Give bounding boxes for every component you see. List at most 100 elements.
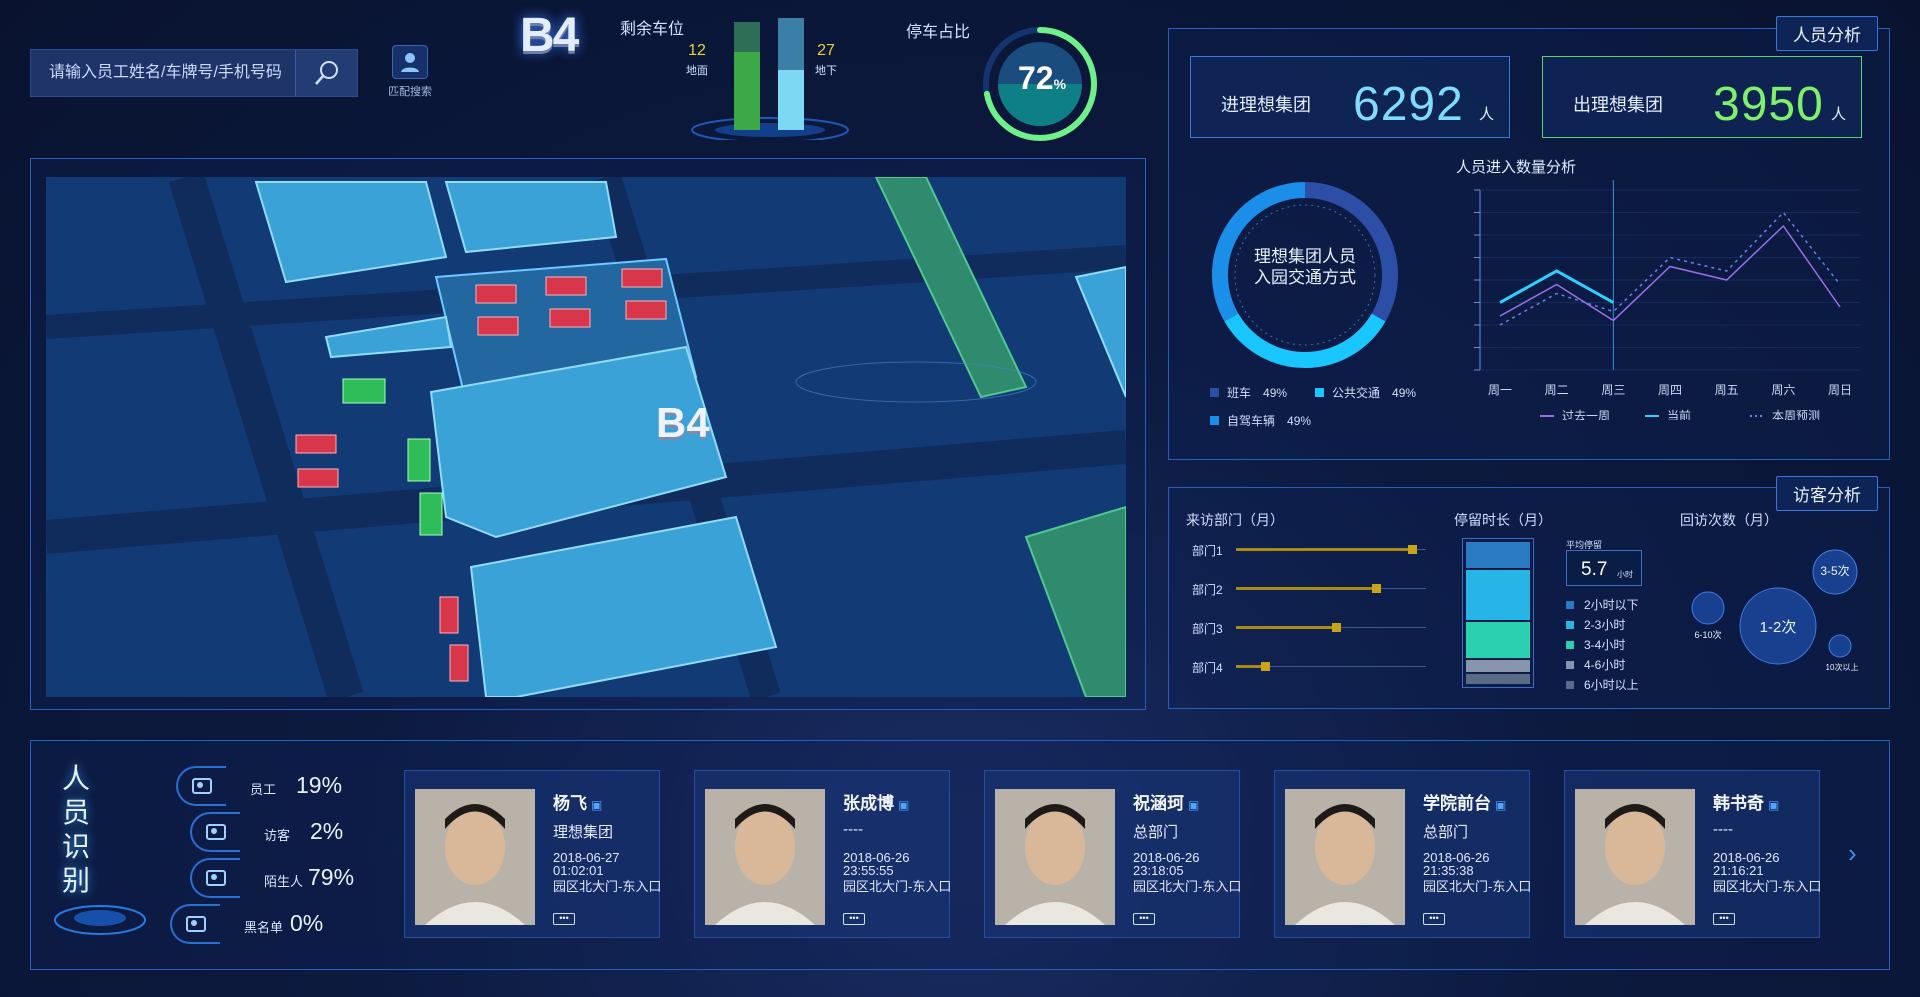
person-photo <box>995 789 1115 925</box>
stay-legend-item: 4-6小时 <box>1566 656 1639 676</box>
stay-stack-bar <box>1462 538 1534 688</box>
stay-segment <box>1466 570 1530 620</box>
map-building-label: B4 <box>656 399 710 446</box>
dept-bar-chart: 部门1 部门2 部门3 部门4 <box>1190 540 1430 700</box>
recognition-title-char: 人 <box>61 763 90 794</box>
line-legend-label: 本周预测 <box>1772 409 1820 420</box>
match-search-button[interactable]: 匹配搜索 <box>380 45 440 99</box>
person-timestamp: 2018-06-26 23:55:55 <box>843 850 910 878</box>
recognition-category-row[interactable]: 黑名单 0% <box>170 904 360 944</box>
person-name: 韩书奇 ▣ <box>1713 794 1780 813</box>
stay-segment <box>1466 622 1530 658</box>
stay-legend-item: 2小时以下 <box>1566 596 1639 616</box>
id-badge-icon: ▣ <box>1495 798 1507 812</box>
x-tick-label: 周三 <box>1601 383 1625 397</box>
dept-bar-row: 部门1 <box>1190 540 1430 560</box>
parking-map[interactable]: B4 <box>46 177 1126 697</box>
recognition-title: 人员识别 <box>56 762 96 898</box>
visitor-icon <box>190 812 240 852</box>
more-button[interactable]: ••• <box>553 913 575 925</box>
x-tick-label: 周二 <box>1545 383 1569 397</box>
person-photo <box>705 789 825 925</box>
id-badge-icon: ▣ <box>591 798 603 812</box>
recognition-title-char: 识 <box>61 831 90 862</box>
search-bar <box>30 49 358 97</box>
more-button[interactable]: ••• <box>1713 913 1735 925</box>
enter-unit: 人 <box>1479 106 1495 123</box>
parking-bar-graphic <box>691 18 849 140</box>
search-icon <box>314 61 338 85</box>
person-card[interactable]: 祝涵珂 ▣ 总部门 2018-06-26 23:18:05 园区北大门-东入口 ••… <box>984 770 1242 938</box>
dept-bar-row: 部门4 <box>1190 657 1430 677</box>
recognition-category-row[interactable]: 员工 19% <box>176 766 366 806</box>
bubble-label: 6-10次 <box>1694 630 1722 640</box>
series-line-1 <box>1499 269 1615 304</box>
person-card[interactable]: 韩书奇 ▣ ---- 2018-06-26 21:16:21 园区北大门-东入口 •… <box>1564 770 1822 938</box>
stay-legend-label: 2-3小时 <box>1584 618 1626 632</box>
line-legend-label: 过去一周 <box>1562 409 1610 420</box>
person-location: 园区北大门-东入口 <box>1133 879 1242 894</box>
id-badge-icon: ▣ <box>898 798 910 812</box>
donut-slice-1 <box>1224 313 1386 368</box>
dept-label: 部门1 <box>1192 544 1223 558</box>
person-timestamp: 2018-06-26 21:35:38 <box>1423 850 1490 878</box>
person-org: ---- <box>1713 821 1733 838</box>
category-value: 79% <box>308 864 355 890</box>
user-icon <box>401 53 419 72</box>
category-value: 19% <box>296 772 343 798</box>
exit-unit: 人 <box>1831 106 1847 123</box>
id-badge-icon: ▣ <box>1188 798 1200 812</box>
person-card[interactable]: 张成博 ▣ ---- 2018-06-26 23:55:55 园区北大门-东入口 •… <box>694 770 951 938</box>
dept-bar-marker <box>1407 545 1417 554</box>
person-timestamp: 2018-06-26 23:18:05 <box>1133 850 1200 878</box>
category-name: 员工 <box>250 782 277 797</box>
next-arrow-icon[interactable]: › <box>1848 838 1857 869</box>
search-button[interactable] <box>295 50 357 96</box>
dept-bar-fill <box>1236 548 1413 551</box>
bubble-label: 10次以上 <box>1825 663 1859 672</box>
badge-icon <box>176 766 226 806</box>
more-button[interactable]: ••• <box>1133 913 1155 925</box>
category-name: 陌生人 <box>264 874 304 889</box>
more-button[interactable]: ••• <box>1423 913 1445 925</box>
dept-bar-fill <box>1236 626 1337 629</box>
stay-legend-label: 3-4小时 <box>1584 638 1626 652</box>
remaining-spaces-label: 剩余车位 <box>620 21 685 38</box>
people-card-list: 杨飞 ▣ 理想集团 2018-06-27 01:02:01 园区北大门-东入口 ••… <box>404 770 1824 940</box>
legend-label: 公共交通 <box>1332 386 1381 400</box>
donut-legend-item: 自驾车辆 49% <box>1210 412 1311 429</box>
person-timestamp: 2018-06-26 21:16:21 <box>1713 850 1780 878</box>
avg-stay-box: 5.7 小时 <box>1566 550 1642 586</box>
person-card[interactable]: 杨飞 ▣ 理想集团 2018-06-27 01:02:01 园区北大门-东入口 ••… <box>404 770 661 938</box>
person-card[interactable]: 学院前台 ▣ 总部门 2018-06-26 21:35:38 园区北大门-东入口 •… <box>1274 770 1532 938</box>
hologram-base-icon <box>54 905 146 935</box>
x-tick-label: 周五 <box>1715 383 1739 397</box>
person-org: ---- <box>843 821 863 838</box>
person-location: 园区北大门-东入口 <box>1713 879 1822 894</box>
person-photo <box>1285 789 1405 925</box>
x-tick-label: 周六 <box>1771 383 1795 397</box>
stay-segment <box>1466 660 1530 672</box>
legend-label: 班车 <box>1227 386 1252 400</box>
more-button[interactable]: ••• <box>843 913 865 925</box>
person-org: 理想集团 <box>553 824 614 841</box>
donut-legend-item: 班车 49% <box>1210 384 1287 401</box>
person-location: 园区北大门-东入口 <box>1423 879 1532 894</box>
person-org: 总部门 <box>1133 824 1179 841</box>
dept-bar-fill <box>1236 587 1377 590</box>
return-bubble-chart <box>1691 549 1858 665</box>
dept-label: 部门3 <box>1192 622 1223 636</box>
person-timestamp: 2018-06-27 01:02:01 <box>553 850 620 878</box>
dept-bar-row: 部门2 <box>1190 579 1430 599</box>
ground-bar <box>734 52 760 130</box>
recognition-category-row[interactable]: 访客 2% <box>190 812 380 852</box>
person-name: 学院前台 ▣ <box>1423 794 1507 813</box>
recognition-category-row[interactable]: 陌生人 79% <box>190 858 380 898</box>
legend-value: 49% <box>1287 414 1312 428</box>
avg-stay-unit: 小时 <box>1617 570 1633 579</box>
parking-level-logo: B4 <box>520 9 579 62</box>
line-chart-title: 人员进入数量分析 <box>1456 159 1577 176</box>
legend-value: 49% <box>1392 386 1417 400</box>
search-input[interactable] <box>31 50 295 96</box>
person-name: 张成博 ▣ <box>843 794 910 813</box>
